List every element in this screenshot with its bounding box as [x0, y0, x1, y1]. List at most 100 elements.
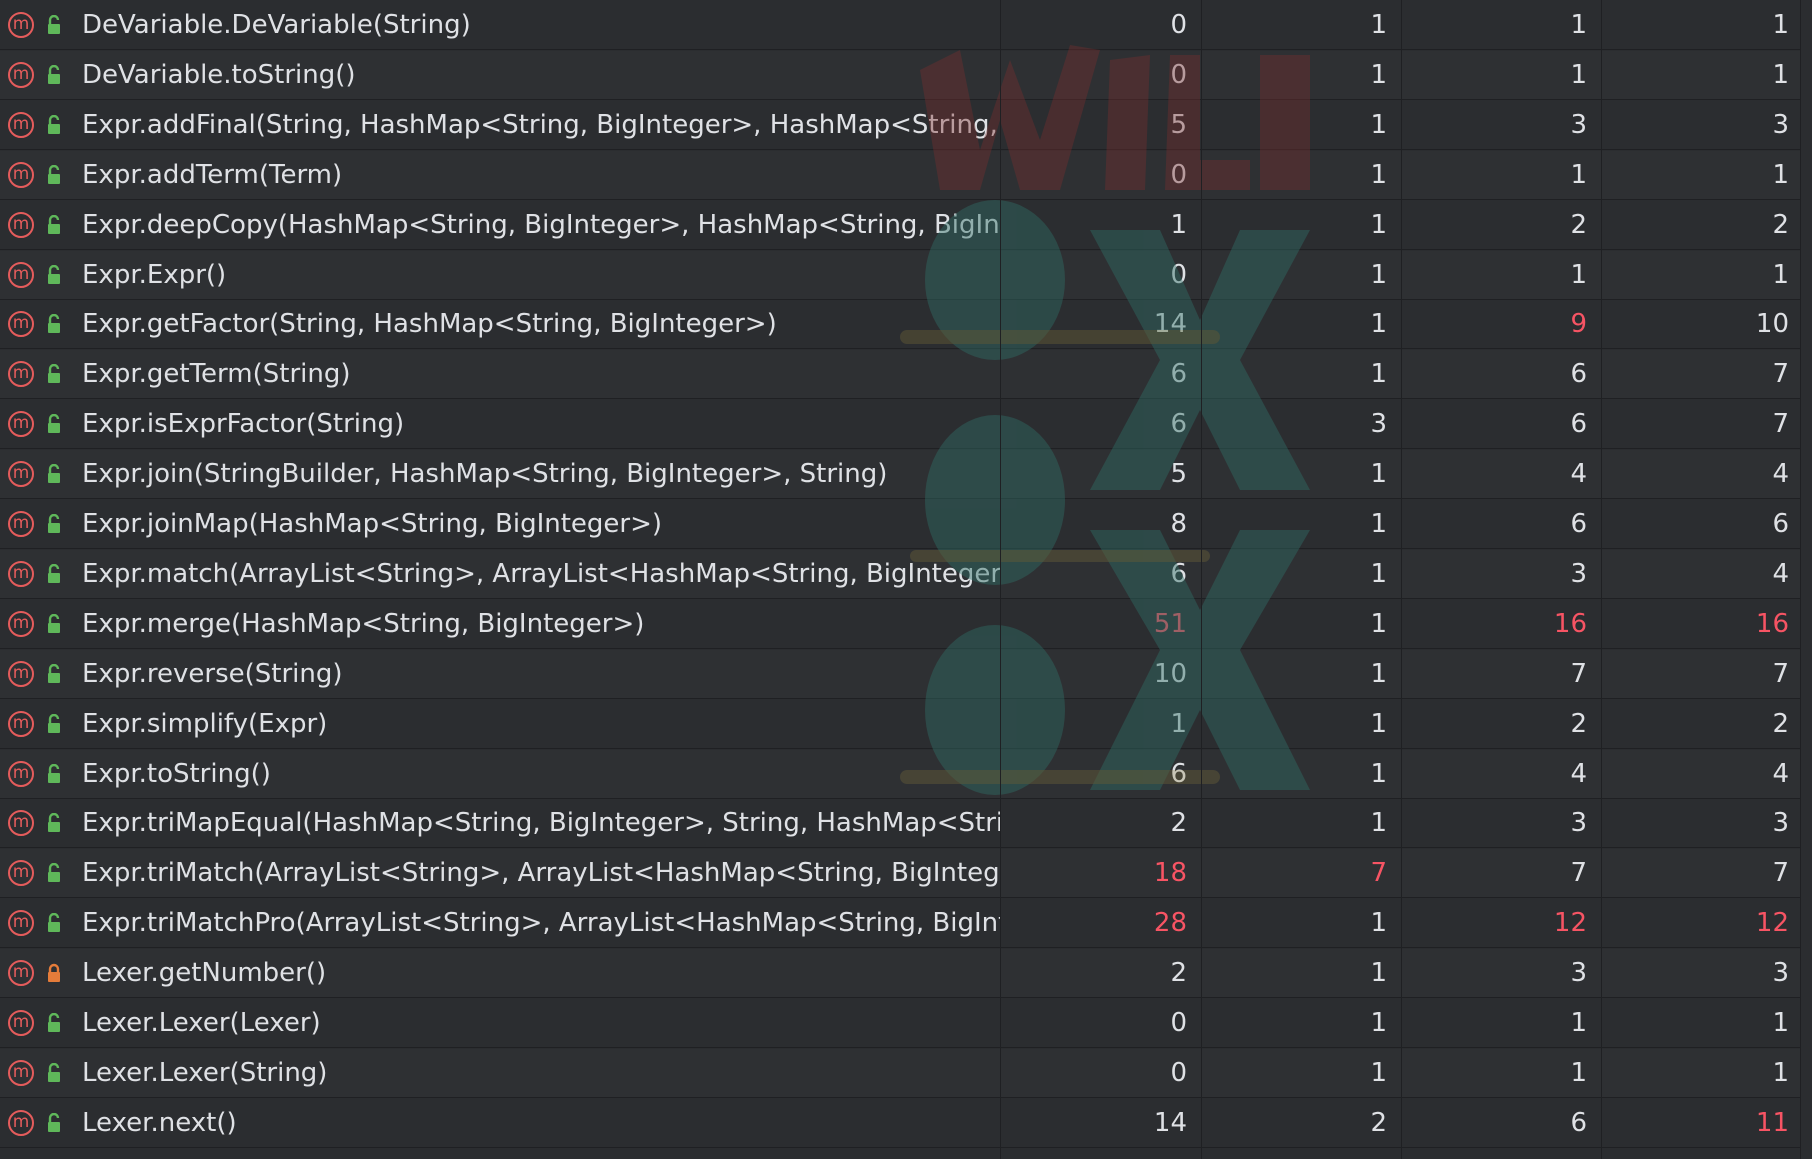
method-icon: m	[8, 211, 34, 238]
metric-v-cell: 7	[1772, 359, 1789, 390]
metric-ivg-cell: 1	[1570, 159, 1587, 190]
table-row[interactable]: m Expr.reverse(String) 10 1 7 7	[0, 649, 1812, 699]
method-name: Expr.simplify(Expr)	[82, 708, 328, 739]
table-row[interactable]: m Expr.joinMap(HashMap<String, BigInteger…	[0, 500, 1812, 549]
public-unlock-icon	[48, 713, 60, 733]
metric-cogc-cell: 0	[1170, 259, 1187, 290]
method-name-cell: m DeVariable.toString()	[0, 51, 1000, 100]
metric-ivg-cell: 3	[1570, 958, 1587, 989]
method-icon: m	[8, 311, 34, 338]
metric-cogc-cell: 51	[1153, 608, 1187, 639]
table-row[interactable]: m Lexer.Lexer(Lexer) 0 1 1 1	[0, 999, 1812, 1048]
metric-cogc-cell: 6	[1170, 558, 1187, 589]
public-unlock-icon	[48, 214, 60, 234]
public-unlock-icon	[48, 314, 60, 334]
metric-ivg-cell: 9	[1570, 309, 1587, 340]
public-unlock-icon	[48, 164, 60, 184]
metric-ivg-cell: 2	[1570, 209, 1587, 240]
metric-ivg-cell: 1	[1570, 59, 1587, 90]
vertical-scrollbar[interactable]	[1800, 0, 1812, 1159]
table-row[interactable]: m Lexer.getNumber() 2 1 3 3	[0, 949, 1812, 999]
public-unlock-icon	[48, 514, 60, 533]
public-unlock-icon	[48, 264, 60, 284]
public-unlock-icon	[48, 613, 60, 633]
table-row[interactable]: m Expr.triMapEqual(HashMap<String, BigInt…	[0, 799, 1812, 849]
table-row[interactable]: m Expr.simplify(Expr) 1 1 2 2	[0, 699, 1812, 749]
method-name: Expr.merge(HashMap<String, BigInteger>)	[82, 608, 645, 639]
metric-ev-cell: 1	[1370, 558, 1387, 589]
table-row[interactable]: m Expr.triMatchPro(ArrayList<String>, Arr…	[0, 899, 1812, 949]
method-name-cell: m Expr.triMapEqual(HashMap<String, BigInt…	[0, 799, 1000, 848]
column-divider[interactable]	[1601, 0, 1602, 1159]
table-row[interactable]: m Expr.getFactor(String, HashMap<String, …	[0, 300, 1812, 350]
table-row[interactable]: m Expr.addFinal(String, HashMap<String, B…	[0, 100, 1812, 150]
method-name-cell: m Lexer.Lexer(String)	[0, 1049, 1000, 1098]
method-name: Expr.deepCopy(HashMap<String, BigInteger…	[82, 209, 1000, 240]
metric-ivg-cell: 3	[1570, 109, 1587, 140]
method-name-cell: m Expr.join(StringBuilder, HashMap<String…	[0, 450, 1000, 499]
public-unlock-icon	[48, 763, 60, 783]
metric-cogc-cell: 6	[1170, 359, 1187, 390]
table-row[interactable]: m Lexer.Lexer(String) 0 1 1 1	[0, 1048, 1812, 1098]
method-name: Expr.toString()	[82, 758, 271, 789]
table-row[interactable]: m Expr.merge(HashMap<String, BigInteger>)…	[0, 599, 1812, 649]
public-unlock-icon	[48, 1112, 60, 1132]
method-icon: m	[8, 1010, 34, 1036]
public-unlock-icon	[48, 913, 60, 933]
table-row[interactable]: m Expr.join(StringBuilder, HashMap<String…	[0, 450, 1812, 500]
method-name: Expr.getTerm(String)	[82, 359, 351, 390]
metric-ivg-cell: 7	[1570, 858, 1587, 889]
metric-cogc-cell: 0	[1170, 59, 1187, 90]
metric-cogc-cell: 28	[1153, 908, 1187, 939]
method-name: Expr.triMatch(ArrayList<String>, ArrayLi…	[82, 858, 1000, 889]
metric-v-cell: 4	[1772, 459, 1789, 490]
method-name-cell: m Expr.match(ArrayList<String>, ArrayList…	[0, 550, 1000, 599]
private-lock-icon	[48, 963, 60, 983]
table-row[interactable]: m DeVariable.DeVariable(String) 0 1 1 1	[0, 1, 1812, 50]
method-icon: m	[8, 1109, 34, 1136]
metric-ivg-cell: 6	[1570, 359, 1587, 390]
table-row[interactable]: m Expr.triMatch(ArrayList<String>, ArrayL…	[0, 849, 1812, 899]
table-row[interactable]: m Expr.deepCopy(HashMap<String, BigIntege…	[0, 200, 1812, 250]
method-icon: m	[8, 710, 34, 737]
table-row[interactable]: m Expr.toString() 6 1 4 4	[0, 749, 1812, 799]
public-unlock-icon	[48, 563, 60, 583]
table-row[interactable]: m DeVariable.toString() 0 1 1 1	[0, 50, 1812, 100]
table-row[interactable]: m Expr.isExprFactor(String) 6 3 6 7	[0, 400, 1812, 450]
metric-v-cell: 4	[1772, 558, 1789, 589]
table-row[interactable]: m Expr.addTerm(Term) 0 1 1 1	[0, 150, 1812, 200]
method-icon: m	[8, 511, 34, 537]
metric-ivg-cell: 4	[1570, 459, 1587, 490]
table-row[interactable]: m Expr.getTerm(String) 6 1 6 7	[0, 350, 1812, 400]
metric-cogc-cell: 8	[1170, 509, 1187, 539]
metric-ev-cell: 1	[1370, 509, 1387, 539]
method-icon: m	[8, 910, 34, 937]
metric-ev-cell: 1	[1370, 359, 1387, 390]
table-row[interactable]: m Expr.match(ArrayList<String>, ArrayList…	[0, 549, 1812, 599]
metric-v-cell: 4	[1772, 758, 1789, 789]
table-row[interactable]: m Lexer.next() 14 2 6 11	[0, 1098, 1812, 1148]
column-divider[interactable]	[1201, 0, 1202, 1159]
public-unlock-icon	[48, 813, 60, 833]
metric-v-cell: 3	[1772, 808, 1789, 839]
metric-v-cell: 3	[1772, 109, 1789, 140]
metric-cogc-cell: 5	[1170, 459, 1187, 490]
column-divider[interactable]	[1000, 0, 1001, 1159]
metric-ivg-cell: 12	[1553, 908, 1587, 939]
metric-v-cell: 3	[1772, 958, 1789, 989]
metric-ev-cell: 1	[1370, 259, 1387, 290]
metric-cogc-cell: 1	[1170, 209, 1187, 240]
metric-cogc-cell: 0	[1170, 10, 1187, 40]
table-row[interactable]: m Expr.Expr() 0 1 1 1	[0, 250, 1812, 300]
public-unlock-icon	[48, 1013, 60, 1032]
column-divider[interactable]	[1401, 0, 1402, 1159]
method-name-cell: m Expr.Expr()	[0, 251, 1000, 300]
method-name: Expr.triMapEqual(HashMap<String, BigInte…	[82, 808, 1000, 839]
method-name-cell: m Expr.triMatch(ArrayList<String>, ArrayL…	[0, 849, 1000, 898]
method-icon: m	[8, 1059, 34, 1086]
public-unlock-icon	[48, 863, 60, 883]
metric-cogc-cell: 1	[1170, 708, 1187, 739]
method-icon: m	[8, 161, 34, 188]
method-name: DeVariable.toString()	[82, 59, 356, 90]
method-icon: m	[8, 660, 34, 687]
